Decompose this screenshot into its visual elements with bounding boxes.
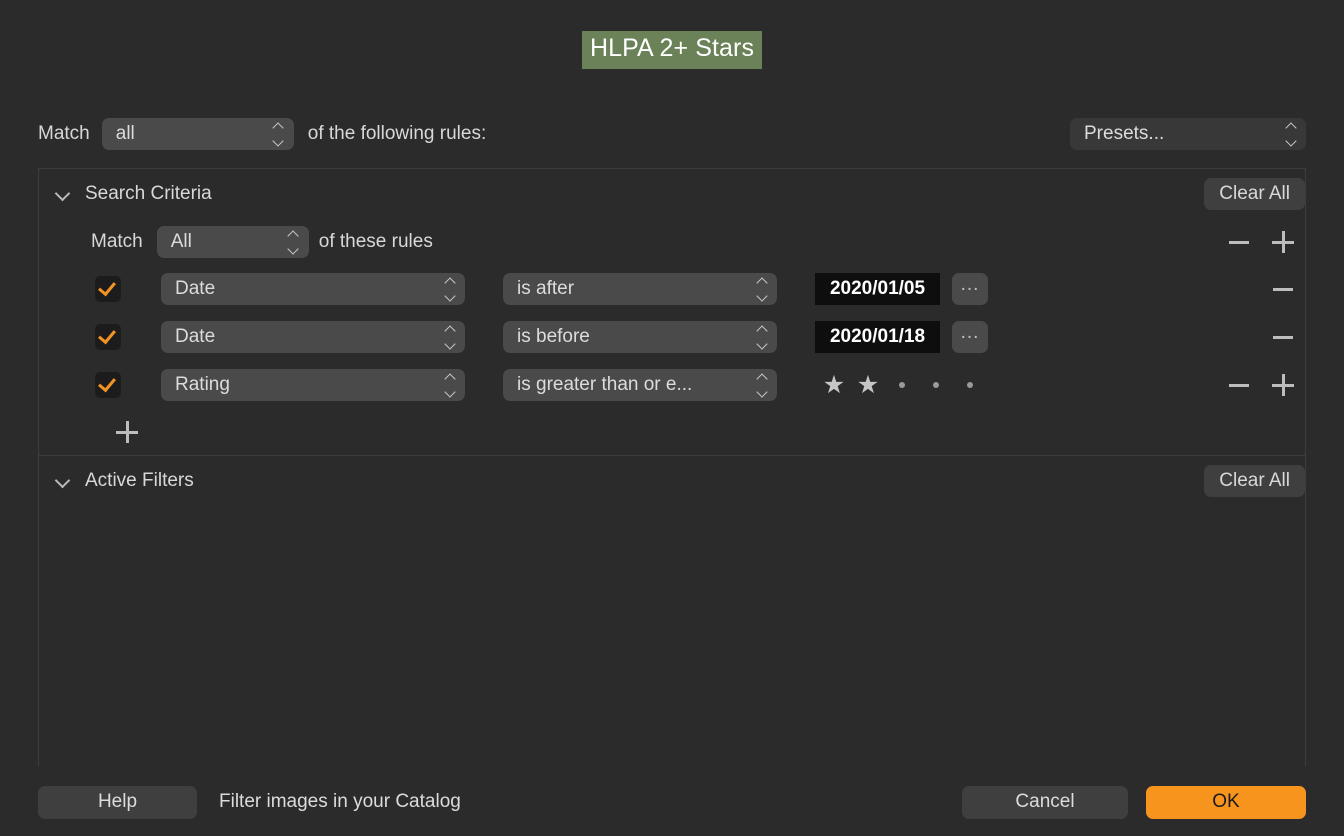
active-filters-clear-all-button[interactable]: Clear All	[1204, 465, 1305, 497]
filter-dialog: HLPA 2+ Stars Match all of the following…	[0, 0, 1344, 836]
rule-enabled-checkbox[interactable]	[95, 372, 121, 398]
inner-match-row: Match All of these rules	[39, 219, 1305, 265]
remove-rule-button[interactable]	[1261, 322, 1305, 352]
rule-field-dropdown[interactable]: Date	[161, 321, 465, 353]
chevron-updown-icon	[755, 326, 769, 348]
footer-actions: Cancel OK	[962, 785, 1306, 819]
rule-field-value: Date	[175, 326, 216, 347]
rule-operator-dropdown[interactable]: is after	[503, 273, 777, 305]
chevron-updown-icon	[443, 278, 457, 300]
chevron-updown-icon	[443, 326, 457, 348]
search-criteria-title: Search Criteria	[85, 183, 212, 204]
star-filled-icon[interactable]: ★	[817, 372, 851, 398]
add-rule-button[interactable]	[1261, 370, 1305, 400]
inner-match-label: Match	[91, 231, 143, 252]
chevron-updown-icon	[443, 374, 457, 396]
inner-match-dropdown[interactable]: All	[156, 226, 309, 258]
inner-match-value: All	[170, 231, 192, 252]
rule-operator-value: is greater than or e...	[517, 374, 693, 395]
match-label: Match	[38, 123, 90, 144]
add-group-button[interactable]	[1261, 227, 1305, 257]
rule-row: Date is after 2020/01/05 ...	[39, 265, 1305, 313]
presets-dropdown[interactable]: Presets...	[1070, 118, 1306, 150]
rule-enabled-checkbox[interactable]	[95, 276, 121, 302]
ok-button[interactable]: OK	[1146, 785, 1306, 819]
rule-operator-value: is before	[517, 326, 590, 347]
remove-rule-button[interactable]	[1261, 274, 1305, 304]
rule-field-dropdown[interactable]: Rating	[161, 369, 465, 401]
match-scope-value: all	[115, 123, 135, 144]
add-rule-bottom-button[interactable]	[105, 417, 149, 447]
chevron-down-icon[interactable]	[53, 184, 73, 204]
chevron-updown-icon	[755, 278, 769, 300]
rule-field-value: Date	[175, 278, 216, 299]
rule-date-field[interactable]: 2020/01/18	[815, 321, 940, 353]
active-filters-header[interactable]: Active Filters Clear All	[39, 456, 1305, 506]
rule-operator-dropdown[interactable]: is before	[503, 321, 777, 353]
rule-date-picker-button[interactable]: ...	[952, 321, 988, 353]
remove-rule-button[interactable]	[1217, 370, 1261, 400]
rule-date-field[interactable]: 2020/01/05	[815, 273, 940, 305]
cancel-button[interactable]: Cancel	[962, 785, 1128, 819]
search-criteria-header[interactable]: Search Criteria Clear All	[39, 169, 1305, 219]
add-rule-row	[39, 409, 1305, 455]
rule-row-operations	[1217, 370, 1305, 400]
dialog-footer: Help Filter images in your Catalog Cance…	[38, 784, 1306, 820]
rule-field-dropdown[interactable]: Date	[161, 273, 465, 305]
match-suffix-label: of the following rules:	[307, 123, 487, 144]
inner-match-suffix-label: of these rules	[318, 231, 433, 252]
help-button[interactable]: Help	[38, 785, 197, 819]
rule-date-picker-button[interactable]: ...	[952, 273, 988, 305]
rule-row-operations	[1261, 274, 1305, 304]
rule-row: Date is before 2020/01/18 ...	[39, 313, 1305, 361]
footer-note: Filter images in your Catalog	[219, 791, 461, 812]
page-title: HLPA 2+ Stars	[581, 31, 763, 69]
title-bar: HLPA 2+ Stars	[0, 0, 1344, 100]
rule-operator-value: is after	[517, 278, 575, 299]
rule-row: Rating is greater than or e... ★ ★	[39, 361, 1305, 409]
match-scope-dropdown[interactable]: all	[101, 118, 294, 150]
chevron-updown-icon	[755, 374, 769, 396]
rule-row-operations	[1261, 322, 1305, 352]
chevron-updown-icon	[272, 123, 286, 145]
search-criteria-clear-all-button[interactable]: Clear All	[1204, 178, 1305, 210]
chevron-down-icon[interactable]	[53, 471, 73, 491]
chevron-updown-icon	[287, 231, 301, 253]
presets-value: Presets...	[1084, 123, 1165, 144]
rule-field-value: Rating	[175, 374, 230, 395]
chevron-updown-icon	[1284, 123, 1298, 145]
active-filters-title: Active Filters	[85, 470, 194, 491]
remove-group-button[interactable]	[1217, 227, 1261, 257]
group-row-operations	[1217, 227, 1305, 257]
rule-rating-control[interactable]: ★ ★	[817, 372, 987, 398]
top-match-row: Match all of the following rules: Preset…	[38, 116, 1306, 152]
star-filled-icon[interactable]: ★	[851, 372, 885, 398]
rule-operator-dropdown[interactable]: is greater than or e...	[503, 369, 777, 401]
rule-enabled-checkbox[interactable]	[95, 324, 121, 350]
rules-panel: Search Criteria Clear All Match All of t…	[38, 168, 1306, 766]
